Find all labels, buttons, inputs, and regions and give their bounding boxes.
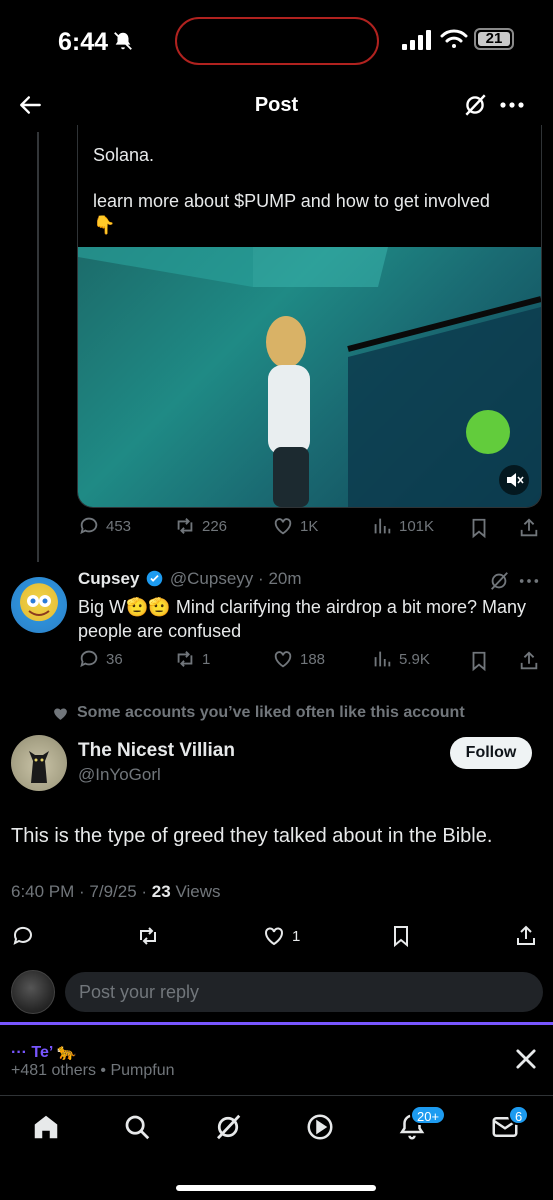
reply-count: 36 bbox=[106, 650, 123, 668]
views-count: 101K bbox=[399, 517, 435, 535]
mute-button[interactable] bbox=[499, 465, 529, 495]
quoted-text-line1: Solana. bbox=[93, 145, 155, 165]
grok-icon[interactable] bbox=[488, 570, 510, 592]
reply-count: 453 bbox=[106, 517, 132, 535]
battery-icon: 21 bbox=[474, 28, 514, 50]
like-count: 1K bbox=[300, 517, 319, 535]
repost-count: 226 bbox=[202, 517, 228, 535]
heart-icon bbox=[274, 518, 292, 535]
quoted-text-line2: learn more about $PUMP and how to get in… bbox=[93, 191, 490, 211]
home-indicator bbox=[176, 1185, 376, 1191]
main-post-actions: 1 bbox=[0, 920, 553, 952]
post-metadata: 6:40 PM · 7/9/25 · 23 Views bbox=[11, 882, 220, 902]
avatar[interactable] bbox=[11, 577, 67, 633]
video-frame bbox=[78, 247, 541, 507]
tab-home[interactable] bbox=[31, 1112, 61, 1142]
main-post-author: The Nicest Villian @InYoGorl Follow bbox=[0, 735, 553, 795]
video-player[interactable] bbox=[78, 247, 541, 507]
tab-search[interactable] bbox=[122, 1112, 152, 1142]
like-action[interactable]: 188 bbox=[272, 648, 325, 670]
author-name[interactable]: The Nicest Villian bbox=[78, 740, 235, 762]
avatar[interactable] bbox=[11, 735, 67, 791]
like-count: 1 bbox=[292, 927, 301, 945]
verified-badge-icon bbox=[146, 570, 163, 587]
reply-action[interactable]: 36 bbox=[78, 648, 123, 670]
pointing-down-emoji: 👇 bbox=[93, 215, 116, 235]
grok-icon[interactable] bbox=[462, 92, 488, 118]
reply-header: Cupsey @Cupseyy · 20m bbox=[78, 569, 302, 589]
reply-time: 20m bbox=[268, 569, 302, 588]
spaces-hosts: ··· Te’ 🐆 bbox=[11, 1044, 77, 1061]
battery-level: 21 bbox=[478, 31, 510, 46]
grok-icon bbox=[217, 1114, 241, 1140]
views-action[interactable]: 101K bbox=[371, 515, 434, 537]
follow-button[interactable]: Follow bbox=[450, 737, 532, 769]
like-count: 188 bbox=[300, 650, 326, 668]
reply-icon bbox=[13, 926, 32, 945]
post-views-label: Views bbox=[170, 882, 221, 901]
views-action[interactable]: 5.9K bbox=[371, 648, 430, 670]
thread-line bbox=[37, 132, 39, 562]
bell-off-icon bbox=[114, 32, 132, 50]
reply-action[interactable] bbox=[11, 924, 35, 948]
social-context-note: Some accounts you’ve liked often like th… bbox=[52, 704, 465, 722]
spaces-listeners: +481 others • Pumpfun bbox=[11, 1062, 175, 1079]
share-icon[interactable] bbox=[518, 517, 540, 539]
heart-icon bbox=[265, 927, 283, 946]
repost-icon bbox=[177, 518, 193, 534]
more-options-icon[interactable] bbox=[498, 92, 526, 118]
like-action[interactable]: 1K bbox=[272, 515, 318, 537]
repost-icon bbox=[177, 651, 193, 667]
reply-icon bbox=[80, 517, 98, 535]
my-avatar[interactable] bbox=[11, 970, 55, 1014]
repost-count: 1 bbox=[202, 650, 211, 668]
reply-actions: 36 1 188 5.9K bbox=[78, 648, 543, 678]
play-icon bbox=[307, 1114, 333, 1140]
views-icon bbox=[374, 518, 391, 534]
search-icon bbox=[125, 1115, 150, 1140]
reply-author-handle[interactable]: @Cupseyy bbox=[170, 569, 253, 588]
bookmark-icon[interactable] bbox=[468, 517, 490, 539]
messages-badge: 6 bbox=[508, 1105, 530, 1125]
signal-icon bbox=[402, 30, 431, 50]
repost-action[interactable] bbox=[136, 924, 160, 948]
notifications-badge: 20+ bbox=[410, 1105, 447, 1125]
reply-icon bbox=[80, 650, 98, 668]
bookmark-icon[interactable] bbox=[468, 650, 490, 672]
social-context-text: Some accounts you’ve liked often like th… bbox=[77, 704, 465, 721]
quoted-post-text: Solana. learn more about $PUMP and how t… bbox=[93, 143, 533, 237]
close-icon[interactable] bbox=[512, 1045, 540, 1073]
wifi-icon bbox=[440, 29, 468, 48]
more-options-icon[interactable] bbox=[518, 570, 540, 592]
views-count: 5.9K bbox=[399, 650, 430, 668]
bookmark-icon[interactable] bbox=[389, 924, 413, 948]
reply-author-name[interactable]: Cupsey bbox=[78, 569, 139, 588]
repost-action[interactable]: 1 bbox=[174, 648, 210, 670]
reply-dot: · bbox=[258, 569, 264, 588]
views-icon bbox=[374, 651, 391, 667]
home-icon bbox=[34, 1115, 58, 1139]
post-timestamp: 6:40 PM · 7/9/25 · bbox=[11, 882, 152, 901]
main-post-text: This is the type of greed they talked ab… bbox=[11, 825, 493, 847]
status-bar: 6:44 21 bbox=[0, 0, 553, 80]
reply-text: Big W🫡🫡 Mind clarifying the airdrop a bi… bbox=[78, 597, 526, 641]
reply-input[interactable] bbox=[65, 972, 543, 1012]
quoted-post-actions: 453 226 1K 101K bbox=[78, 515, 543, 545]
repost-action[interactable]: 226 bbox=[174, 515, 227, 537]
dynamic-island bbox=[175, 17, 379, 65]
tab-video[interactable] bbox=[305, 1112, 335, 1142]
author-handle[interactable]: @InYoGorl bbox=[78, 765, 161, 785]
heart-filled-icon bbox=[54, 707, 67, 720]
like-action[interactable]: 1 bbox=[262, 924, 300, 948]
heart-icon bbox=[274, 651, 292, 668]
spaces-banner[interactable]: ··· Te’ 🐆 +481 others • Pumpfun bbox=[0, 1025, 553, 1095]
status-time: 6:44 bbox=[58, 28, 109, 56]
post-views-count[interactable]: 23 bbox=[152, 882, 171, 901]
share-icon[interactable] bbox=[518, 650, 540, 672]
reply-composer bbox=[0, 962, 553, 1022]
repost-icon bbox=[140, 927, 156, 945]
tab-grok[interactable] bbox=[213, 1112, 243, 1142]
reply-action[interactable]: 453 bbox=[78, 515, 131, 537]
share-icon[interactable] bbox=[514, 924, 538, 948]
